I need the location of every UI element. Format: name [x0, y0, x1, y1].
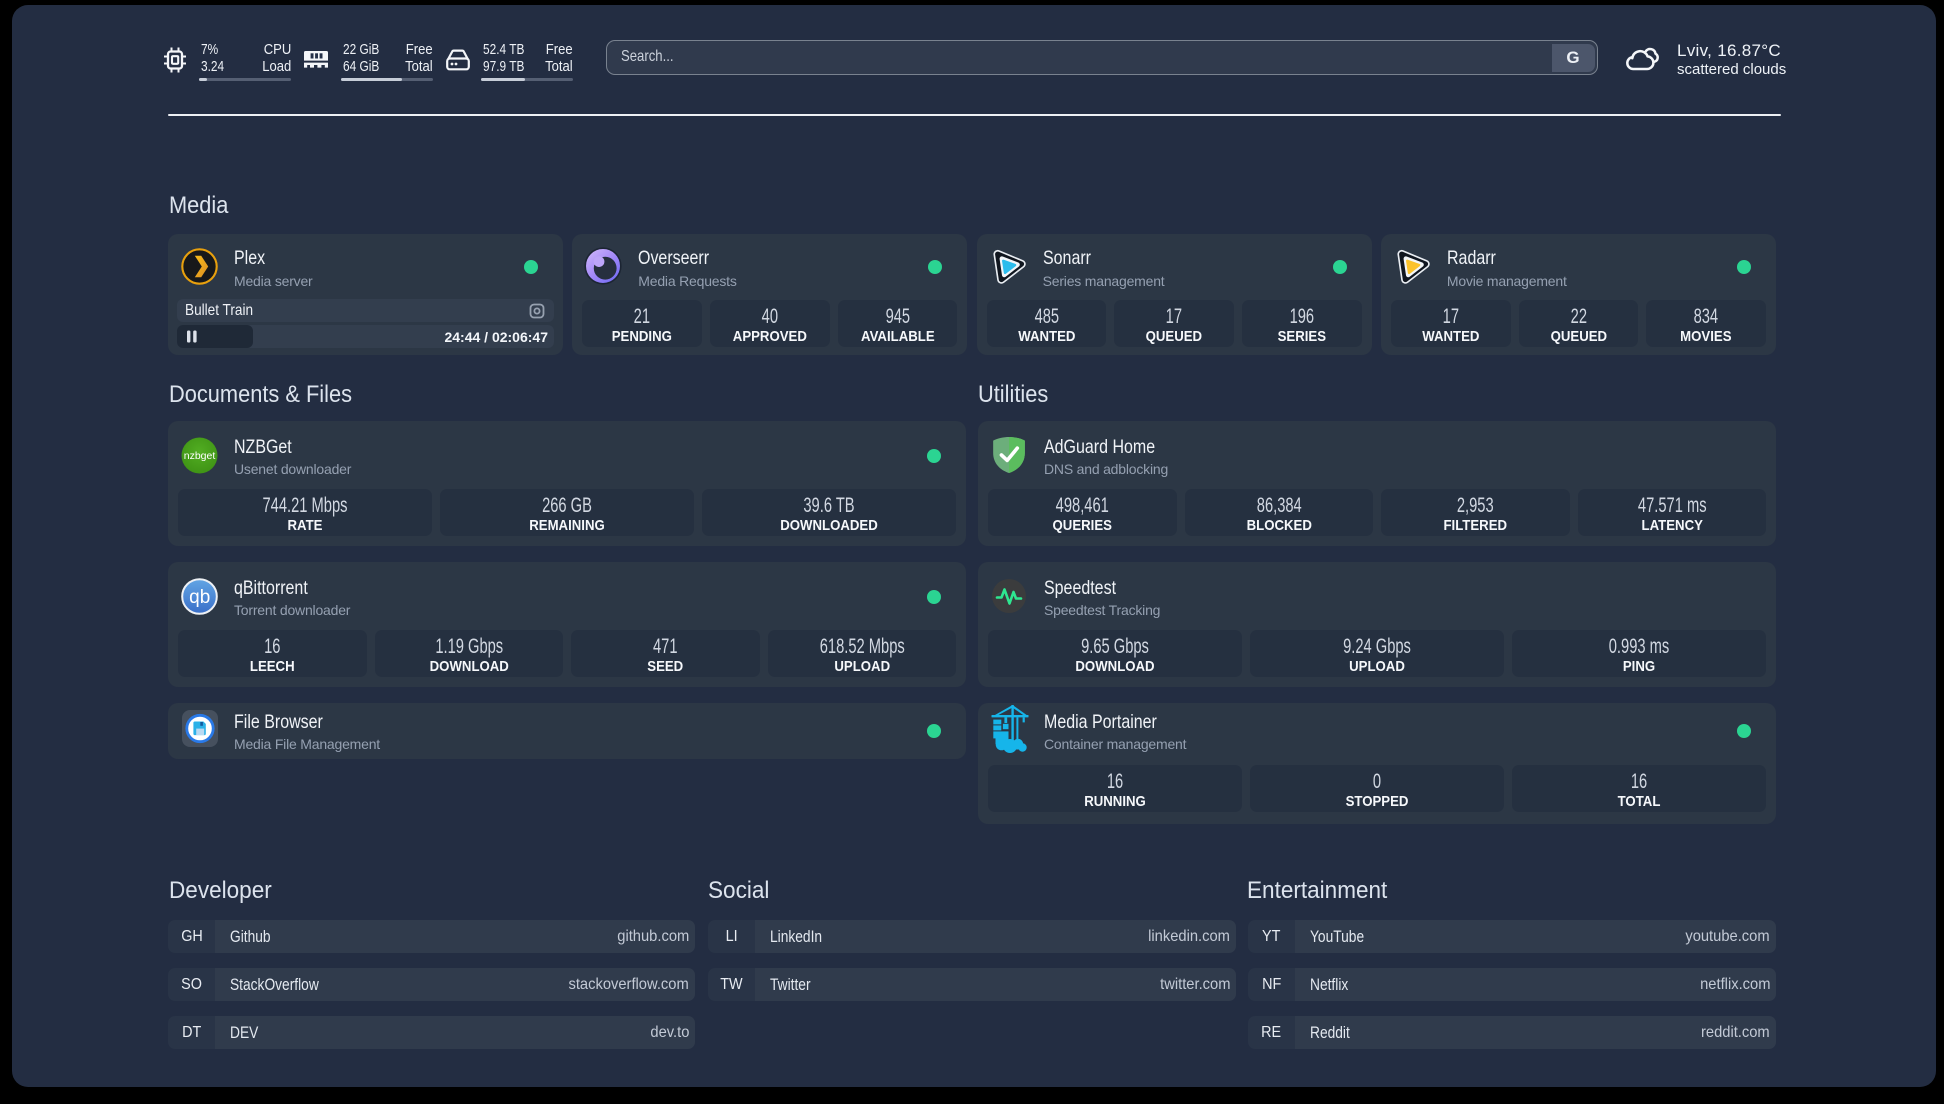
svg-text:qb: qb	[189, 587, 210, 608]
svg-text:nzbget: nzbget	[184, 450, 216, 462]
